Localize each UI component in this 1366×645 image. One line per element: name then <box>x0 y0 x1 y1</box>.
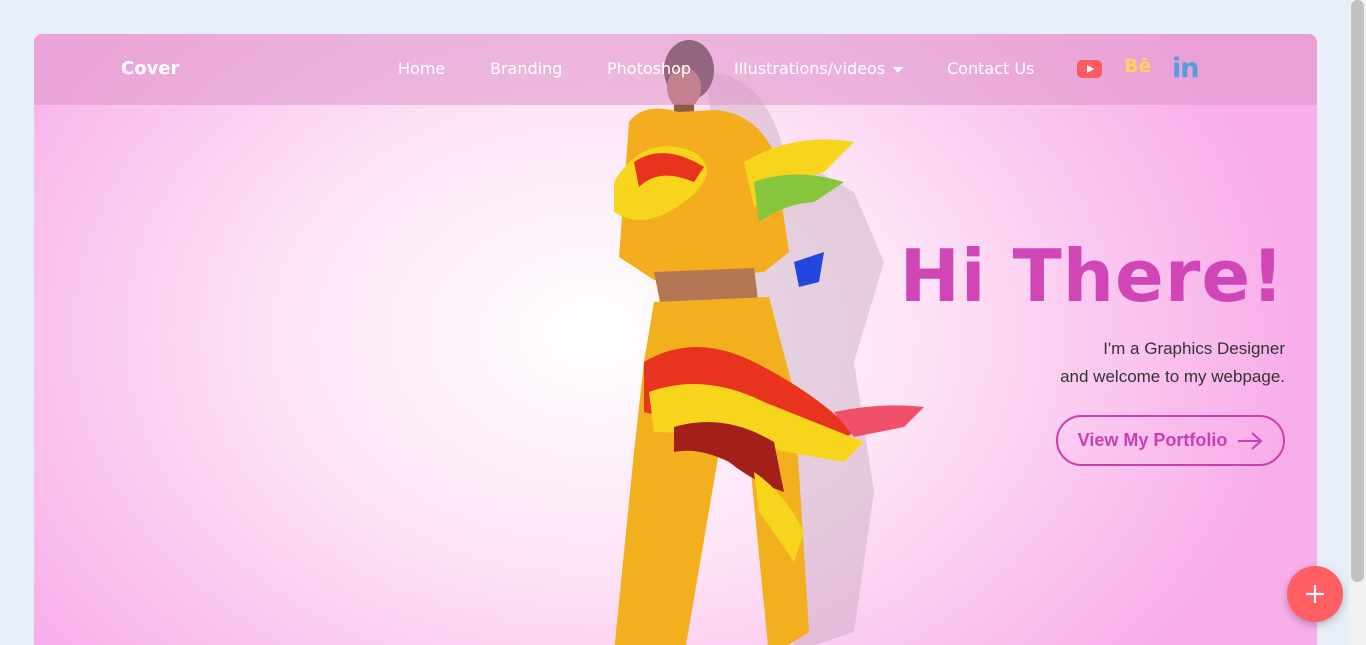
nav-link-contact[interactable]: Contact Us <box>947 59 1034 78</box>
linkedin-icon[interactable]: in <box>1172 53 1200 84</box>
nav-link-branding[interactable]: Branding <box>490 59 562 78</box>
scrollbar-track[interactable] <box>1349 0 1366 645</box>
hero-title: Hi There! <box>899 234 1285 318</box>
nav-dropdown-illustrations[interactable]: Illustrations/videos <box>734 59 904 78</box>
hero-subtitle: I'm a Graphics Designer and welcome to m… <box>1060 335 1285 391</box>
nav-link-illustrations-label: Illustrations/videos <box>734 59 886 78</box>
hero-subtitle-line2: and welcome to my webpage. <box>1060 367 1285 386</box>
scrollbar-thumb[interactable] <box>1351 0 1364 582</box>
floating-add-button[interactable] <box>1287 566 1343 622</box>
plus-icon <box>1306 585 1324 603</box>
hero-figure-image <box>614 40 924 645</box>
brand-logo[interactable]: Cover <box>121 58 179 79</box>
hero-subtitle-line1: I'm a Graphics Designer <box>1103 339 1285 358</box>
top-navbar: Cover Home Branding Photoshop Illustrati… <box>34 34 1317 105</box>
nav-link-home[interactable]: Home <box>398 59 445 78</box>
view-portfolio-button[interactable]: View My Portfolio <box>1056 415 1285 466</box>
nav-link-photoshop[interactable]: Photoshop <box>607 59 691 78</box>
chevron-down-icon <box>893 66 904 73</box>
youtube-icon[interactable] <box>1077 60 1102 78</box>
hero-card: Cover Home Branding Photoshop Illustrati… <box>34 34 1317 645</box>
view-portfolio-label: View My Portfolio <box>1077 430 1228 450</box>
arrow-right-icon <box>1238 431 1263 450</box>
behance-icon[interactable]: Bē <box>1124 55 1151 77</box>
